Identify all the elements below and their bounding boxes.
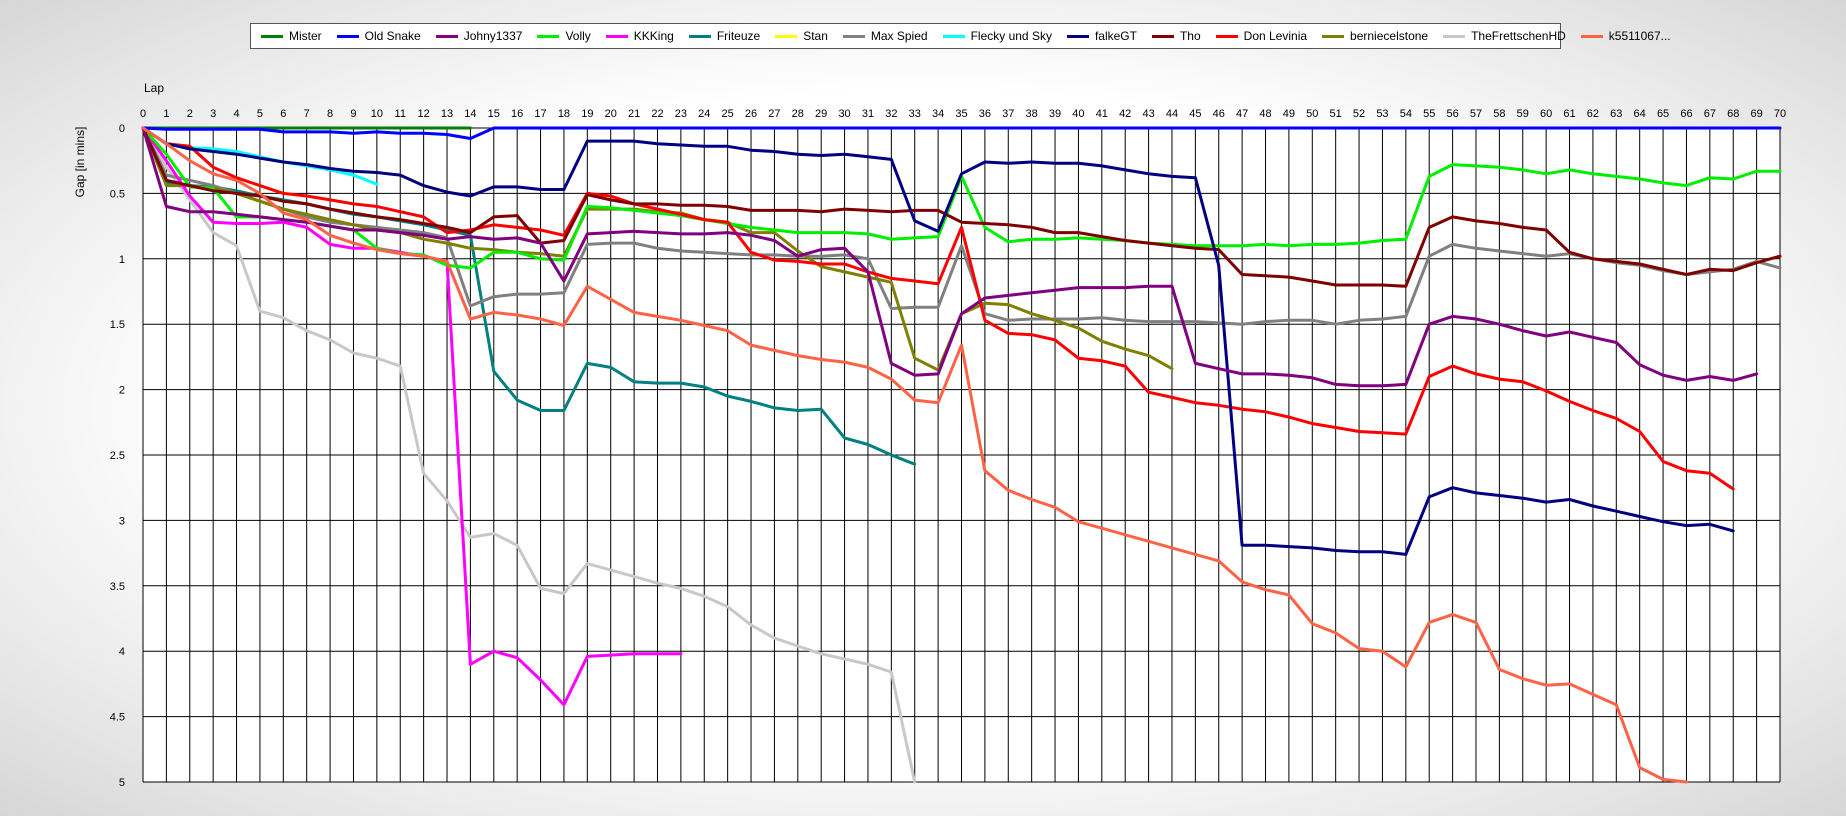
x-tick-label: 1 [163,108,169,120]
x-tick-label: 3 [210,108,216,120]
x-tick-label: 16 [511,108,523,120]
line-chart: 0 1 2 3 4 5 6 7 8 9 10 11 12 13 14 15 16 17 18 19 20 21 22 23 24… [73,81,1786,789]
x-tick-label: 17 [534,108,546,120]
x-tick-label: 70 [1774,108,1786,120]
x-tick-label: 60 [1540,108,1552,120]
x-tick-label: 53 [1376,108,1388,120]
x-tick-label: 42 [1119,108,1131,120]
x-tick-label: 33 [909,108,921,120]
x-tick-label: 69 [1750,108,1762,120]
y-tick-label: 1 [119,254,125,266]
y-tick-label: 2 [119,385,125,397]
x-tick-label: 36 [979,108,991,120]
x-tick-label: 29 [815,108,827,120]
x-tick-label: 54 [1400,108,1412,120]
x-tick-label: 48 [1259,108,1271,120]
x-tick-label: 4 [233,108,239,120]
x-tick-label: 6 [280,108,286,120]
x-tick-label: 59 [1517,108,1529,120]
x-tick-label: 24 [698,108,710,120]
x-tick-label: 43 [1142,108,1154,120]
x-tick-label: 5 [257,108,263,120]
x-tick-label: 27 [768,108,780,120]
x-tick-label: 8 [327,108,333,120]
x-tick-label: 11 [395,108,406,120]
x-tick-label: 47 [1236,108,1248,120]
x-tick-label: 44 [1166,108,1178,120]
y-tick-label: 2.5 [110,450,125,462]
y-tick-label: 3 [119,515,125,527]
y-axis-label: Gap [in mins] [73,127,87,198]
y-tick-label: 5 [119,777,125,789]
x-tick-label: 37 [1002,108,1014,120]
x-tick-label: 15 [488,108,500,120]
x-tick-label: 50 [1306,108,1318,120]
x-tick-label: 30 [838,108,850,120]
x-tick-label: 7 [304,108,310,120]
x-tick-label: 65 [1657,108,1669,120]
y-tick-label: 0.5 [110,188,125,200]
y-tick-label: 1.5 [110,319,125,331]
x-tick-label: 2 [187,108,193,120]
x-tick-label: 22 [651,108,663,120]
x-tick-label: 26 [745,108,757,120]
x-tick-label: 57 [1470,108,1482,120]
x-tick-label: 56 [1446,108,1458,120]
x-tick-label: 68 [1727,108,1739,120]
x-tick-label: 28 [792,108,804,120]
x-tick-label: 34 [932,108,944,120]
y-tick-label: 4.5 [110,712,125,724]
x-tick-label: 67 [1704,108,1716,120]
x-tick-label: 12 [418,108,430,120]
x-tick-label: 38 [1026,108,1038,120]
x-tick-label: 40 [1072,108,1084,120]
x-tick-label: 39 [1049,108,1061,120]
x-tick-label: 13 [441,108,453,120]
x-tick-label: 19 [581,108,593,120]
x-tick-label: 61 [1563,108,1575,120]
x-tick-label: 64 [1634,108,1646,120]
x-tick-label: 20 [605,108,617,120]
x-tick-label: 58 [1493,108,1505,120]
x-tick-label: 51 [1330,108,1342,120]
x-tick-label: 10 [371,108,383,120]
x-tick-label: 0 [140,108,146,120]
y-tick-label: 0 [119,123,125,135]
x-tick-label: 21 [628,108,640,120]
y-tick-label: 4 [119,646,125,658]
x-tick-label: 23 [675,108,687,120]
x-tick-label: 63 [1610,108,1622,120]
y-tick-labels: 0 0.5 1 1.5 2 2.5 3 3.5 4 4.5 5 [110,123,125,789]
x-tick-labels: 0 1 2 3 4 5 6 7 8 9 10 11 12 13 14 15 16 17 18 19 20 21 22 23 24… [140,108,1786,120]
x-tick-label: 31 [862,108,874,120]
x-tick-label: 14 [464,108,476,120]
x-tick-label: 46 [1213,108,1225,120]
x-tick-label: 25 [722,108,734,120]
x-tick-label: 41 [1096,108,1108,120]
x-tick-label: 32 [885,108,897,120]
x-tick-label: 45 [1189,108,1201,120]
x-tick-label: 35 [955,108,967,120]
x-tick-label: 9 [350,108,356,120]
x-tick-label: 55 [1423,108,1435,120]
x-tick-label: 49 [1283,108,1295,120]
x-tick-label: 52 [1353,108,1365,120]
x-tick-label: 18 [558,108,570,120]
x-axis-label: Lap [144,81,164,95]
x-tick-label: 66 [1680,108,1692,120]
y-tick-label: 3.5 [110,581,125,593]
x-tick-label: 62 [1587,108,1599,120]
